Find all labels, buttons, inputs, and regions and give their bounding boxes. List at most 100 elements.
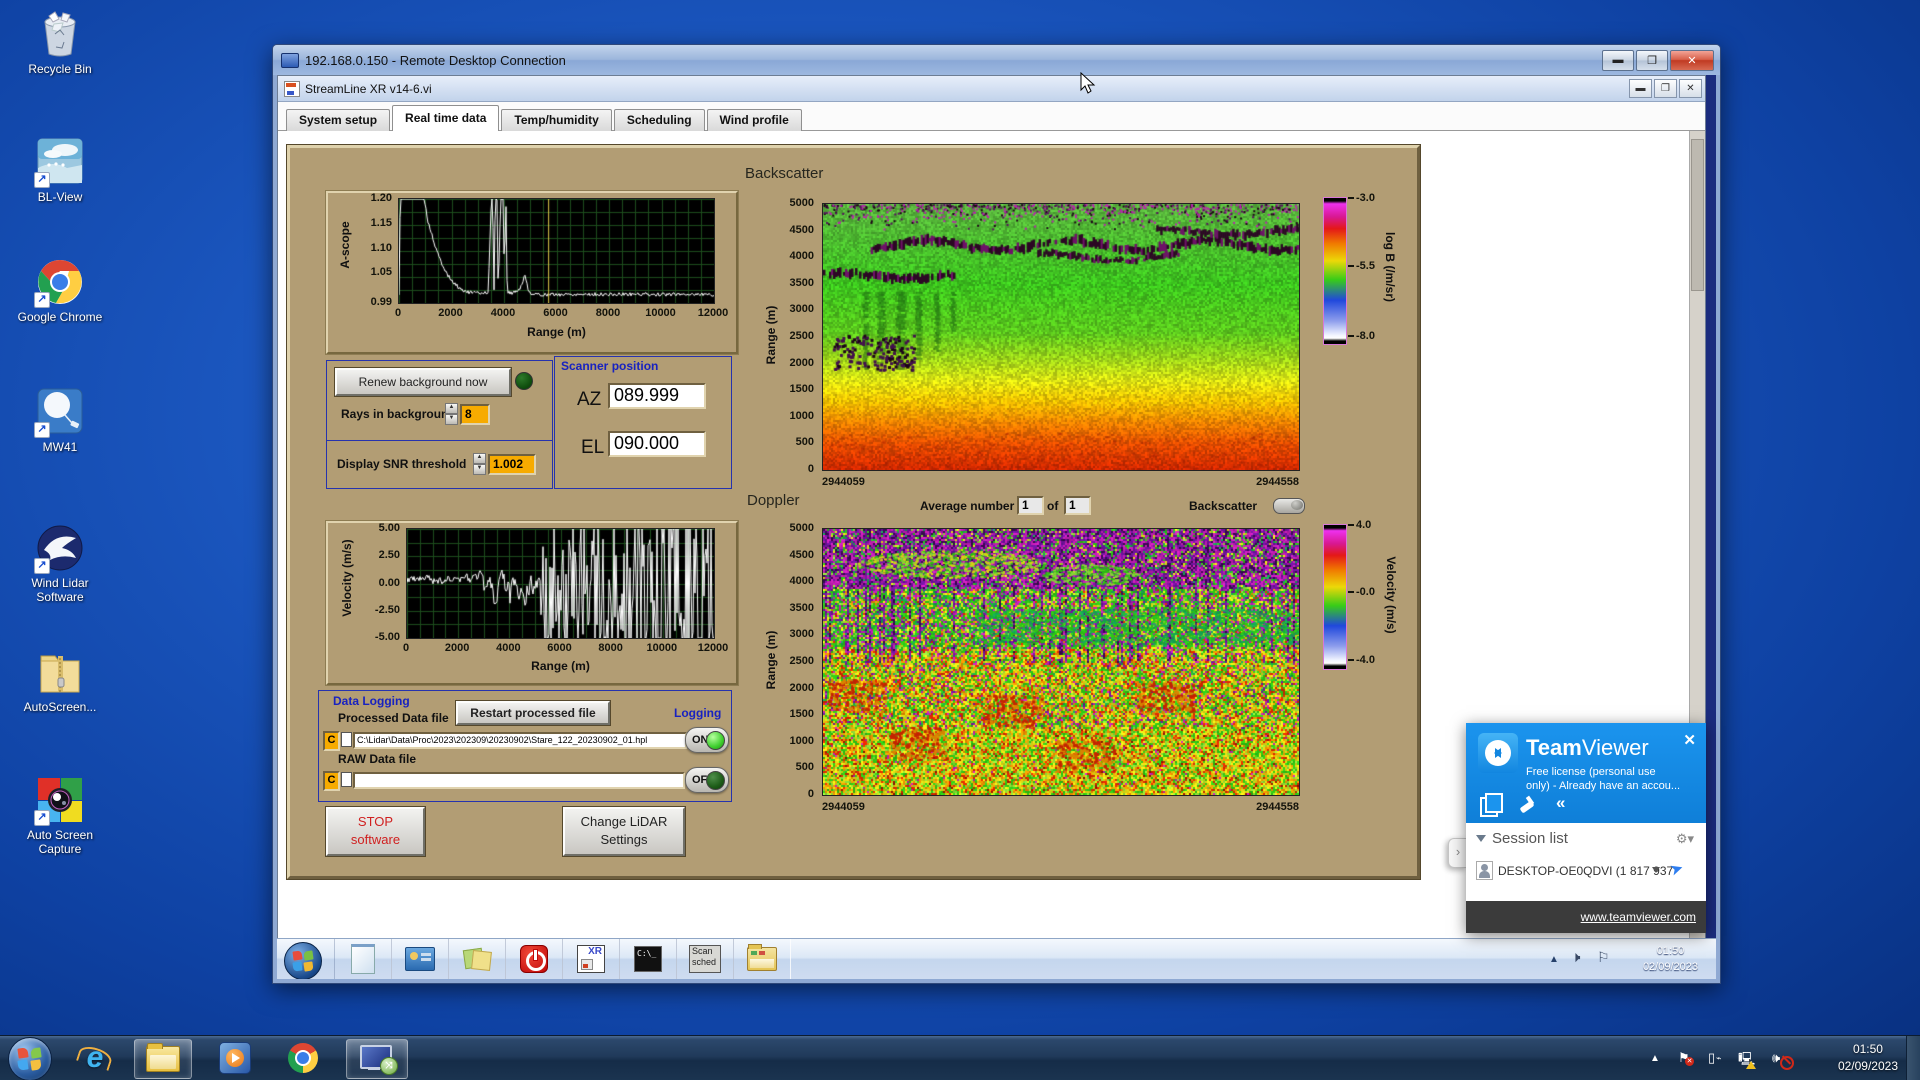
restart-processed-file-button[interactable]: Restart processed file	[456, 701, 610, 725]
teamviewer-close-icon[interactable]: ✕	[1683, 731, 1696, 749]
taskbar-chrome[interactable]	[278, 1039, 328, 1077]
raw-drive-box[interactable]: C	[323, 771, 340, 791]
session-entry-label[interactable]: DESKTOP-OE0QDVI (1 817 937	[1498, 864, 1673, 878]
snr-spinner[interactable]: ▲ ▼	[473, 453, 486, 475]
tray-volume-muted-icon[interactable]: 🕪	[1772, 1050, 1794, 1070]
tray-network-icon[interactable]: 🖳!	[1738, 1050, 1756, 1072]
start-button[interactable]	[8, 1037, 52, 1080]
tab-strip: System setup Real time data Temp/humidity S…	[278, 102, 1705, 131]
scrollbar-thumb[interactable]	[1691, 139, 1704, 291]
rdp-restore-button[interactable]: ❐	[1636, 49, 1668, 71]
x-tick: 10000	[646, 642, 678, 654]
session-list-caret-icon[interactable]	[1476, 835, 1486, 847]
remote-actioncenter-flag-icon[interactable]: ⚐	[1597, 949, 1610, 966]
backscatter-heatmap-canvas[interactable]	[822, 203, 1300, 471]
teamviewer-collapse-icon[interactable]: «	[1556, 793, 1565, 813]
session-user-icon	[1476, 861, 1493, 880]
ascope-plot-canvas[interactable]	[398, 198, 715, 304]
background-group: Renew background now Rays in background …	[326, 360, 553, 441]
y-tick: 3000	[789, 628, 814, 641]
show-desktop-button[interactable]	[1906, 1036, 1920, 1080]
tab-real-time-data[interactable]: Real time data	[392, 105, 500, 131]
tray-power-icon[interactable]: ▯ ⌁	[1708, 1050, 1721, 1066]
snr-value-field[interactable]: 1.002	[488, 454, 536, 475]
remote-clock[interactable]: 01:50 02/09/2023	[1643, 943, 1698, 975]
stop-software-button[interactable]: STOP software	[326, 807, 425, 856]
host-clock[interactable]: 01:50 02/09/2023	[1838, 1041, 1898, 1075]
taskbar-remote-desktop[interactable]: ⤨	[346, 1039, 408, 1079]
backscatter-toggle[interactable]	[1273, 498, 1305, 514]
host-taskbar: e ⤨ ▲ ⚑ ✕ ▯ ⌁ 🖳 ! 🕪 01:50 02/09/2023	[0, 1035, 1920, 1080]
teamviewer-collapse-tab[interactable]: ›	[1448, 838, 1467, 868]
doppler-cb-tick-max: 4.0	[1348, 519, 1371, 531]
az-value-field[interactable]: 089.999	[608, 383, 706, 409]
tab-scheduling[interactable]: Scheduling	[613, 109, 705, 131]
renew-background-button[interactable]: Renew background now	[335, 368, 511, 396]
az-label: AZ	[577, 389, 602, 410]
session-settings-gear-icon[interactable]: ⚙▾	[1676, 831, 1694, 847]
desktop-icon-wind-lidar-software[interactable]: ↗ Wind Lidar Software	[8, 524, 112, 604]
teamviewer-website-link[interactable]: www.teamviewer.com	[1581, 910, 1696, 924]
velocity-y-axis-label: Velocity (m/s)	[340, 539, 354, 617]
processed-drive-box[interactable]: C	[323, 731, 340, 751]
tab-system-setup[interactable]: System setup	[286, 109, 391, 131]
desktop-icon-mw41[interactable]: ↗ MW41	[8, 388, 112, 454]
doppler-heatmap-canvas[interactable]	[822, 528, 1300, 796]
backscatter-cb-tick-min: -8.0	[1348, 330, 1375, 342]
shortcut-arrow-icon: ↗	[34, 172, 50, 188]
processed-data-file-label: Processed Data file	[338, 711, 449, 725]
rays-spinner[interactable]: ▲ ▼	[445, 403, 458, 425]
raw-path-field[interactable]	[353, 772, 685, 789]
remote-clock-date: 02/09/2023	[1642, 961, 1698, 973]
remote-streamline-xr-button[interactable]: XR	[562, 939, 620, 979]
desktop-icon-autoscreen-zip[interactable]: AutoScreen...	[8, 648, 112, 714]
session-entry-dropdown-icon[interactable]	[1652, 867, 1660, 877]
tab-wind-profile[interactable]: Wind profile	[706, 109, 802, 131]
google-chrome-icon: ↗	[34, 258, 84, 308]
raw-logging-toggle[interactable]: OFF	[685, 767, 729, 793]
remote-sticky-notes-button[interactable]	[448, 939, 506, 979]
remote-speaker-icon[interactable]: 🕨	[1571, 949, 1580, 966]
taskbar-windows-explorer[interactable]	[134, 1039, 192, 1079]
x-tick: 2000	[444, 642, 470, 654]
snr-group: Display SNR threshold ▲ ▼ 1.002	[326, 440, 553, 489]
remote-scan-scheduler-button[interactable]: Scan sched	[676, 939, 734, 979]
remote-start-button[interactable]	[284, 942, 322, 979]
desktop-icon-auto-screen-capture[interactable]: ↗ Auto Screen Capture	[8, 776, 112, 856]
doppler-x-tick-start: 2944059	[822, 801, 865, 813]
desktop-icon-google-chrome[interactable]: ↗ Google Chrome	[8, 258, 112, 324]
processed-path-field[interactable]: C:\Lidar\Data\Proc\2023\202309\20230902\…	[353, 732, 687, 749]
vi-titlebar[interactable]: StreamLine XR v14-6.vi ▬ ❐ ✕	[278, 76, 1705, 102]
taskbar-internet-explorer[interactable]: e	[70, 1039, 120, 1077]
remote-notepad-button[interactable]	[334, 939, 392, 979]
y-tick: 1.15	[370, 216, 392, 229]
desktop-icon-label: Auto Screen Capture	[26, 828, 94, 856]
velocity-plot-canvas[interactable]	[406, 528, 715, 639]
tray-expand-icon[interactable]: ▲	[1650, 1053, 1660, 1064]
remote-command-prompt-button[interactable]: C:\_	[619, 939, 677, 979]
teamviewer-brush-icon[interactable]	[1518, 795, 1536, 814]
taskbar-media-player[interactable]	[210, 1039, 260, 1077]
desktop-icon-recycle-bin[interactable]: Recycle Bin	[8, 10, 112, 76]
remote-power-off-button[interactable]	[505, 939, 563, 979]
rdp-titlebar[interactable]: 192.168.0.150 - Remote Desktop Connectio…	[273, 45, 1720, 75]
rays-value-field[interactable]: 8	[460, 404, 490, 425]
rdp-minimize-button[interactable]: ▬	[1602, 49, 1634, 71]
vi-minimize-button[interactable]: ▬	[1629, 79, 1652, 98]
change-lidar-settings-button[interactable]: Change LiDAR Settings	[563, 807, 685, 856]
rdp-close-button[interactable]: ✕	[1670, 49, 1714, 71]
vi-restore-button[interactable]: ❐	[1654, 79, 1677, 98]
desktop-icon-bl-view[interactable]: ↗ BL-View	[8, 138, 112, 204]
vi-close-button[interactable]: ✕	[1679, 79, 1702, 98]
remote-folder-button[interactable]	[733, 939, 791, 979]
average-total-field[interactable]: 1	[1064, 496, 1091, 515]
teamviewer-copy-icon[interactable]	[1480, 793, 1503, 817]
remote-display-settings-button[interactable]	[391, 939, 449, 979]
tab-temp-humidity[interactable]: Temp/humidity	[501, 109, 612, 131]
y-tick: 1.10	[370, 241, 392, 254]
average-number-field[interactable]: 1	[1017, 496, 1044, 515]
tray-actioncenter-flag-icon[interactable]: ⚑ ✕	[1678, 1050, 1694, 1066]
processed-logging-toggle[interactable]: ON	[685, 727, 729, 753]
remote-tray-expand-icon[interactable]: ▲	[1549, 954, 1559, 965]
el-value-field[interactable]: 090.000	[608, 431, 706, 457]
